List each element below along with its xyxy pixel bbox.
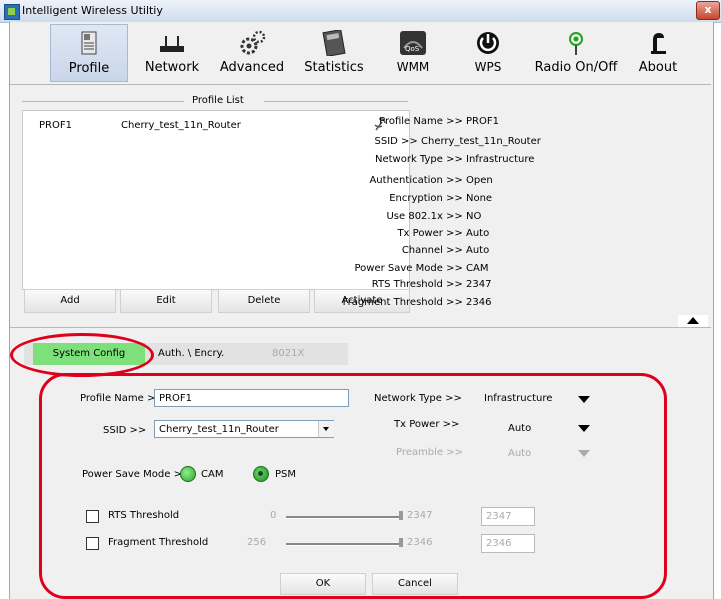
add-button[interactable]: Add	[24, 289, 116, 313]
edit-button[interactable]: Edit	[120, 289, 212, 313]
qos-badge: QoS	[405, 45, 420, 53]
router-icon	[160, 36, 184, 52]
info-value: Open	[466, 175, 493, 186]
info-value: CAM	[466, 263, 489, 274]
toolbar-label: Network	[144, 60, 200, 75]
radio-antenna-icon	[569, 32, 583, 55]
toolbar-label: Statistics	[304, 60, 364, 75]
info-network-type: Network Type >> Infrastructure	[256, 154, 556, 165]
profile-list-divider-right	[264, 101, 408, 102]
profile-list-heading: Profile List	[192, 95, 244, 106]
info-power-save: Power Save Mode >> CAM	[256, 263, 556, 274]
info-label: Power Save Mode >>	[354, 263, 466, 274]
calculator-icon	[322, 30, 346, 56]
title-bar: Intelligent Wireless Utiltiy x	[0, 0, 721, 23]
tab-8021x[interactable]: 8021X	[272, 343, 312, 365]
toolbar-network[interactable]: Network	[137, 24, 207, 80]
toolbar-label: WMM	[396, 60, 430, 74]
info-value: Auto	[466, 228, 490, 239]
info-label: Fragment Threshold >>	[342, 297, 466, 308]
wps-icon	[477, 32, 499, 54]
info-value: Auto	[466, 245, 490, 256]
toolbar-label: Radio On/Off	[534, 60, 618, 75]
toolbar-label: Advanced	[219, 60, 285, 75]
highlight-ellipse-tab	[10, 333, 154, 377]
section-divider	[10, 327, 711, 328]
info-value: None	[466, 193, 493, 204]
collapse-button[interactable]	[678, 315, 708, 327]
profile-icon	[81, 31, 97, 55]
collapse-arrow-icon	[687, 317, 699, 324]
toolbar-label: Profile	[68, 61, 110, 76]
info-value: PROF1	[466, 116, 499, 127]
info-label: RTS Threshold >>	[371, 279, 466, 290]
highlight-rectangle-form	[39, 373, 667, 599]
window-title: Intelligent Wireless Utiltiy	[22, 4, 163, 17]
about-icon	[651, 33, 666, 54]
info-value: Cherry_test_11n_Router	[421, 136, 541, 147]
info-encryption: Encryption >> None	[256, 193, 556, 204]
toolbar-wps[interactable]: WPS	[460, 24, 516, 80]
info-tx-power: Tx Power >> Auto	[256, 228, 556, 239]
info-label: Authentication >>	[369, 175, 466, 186]
info-label: Tx Power >>	[397, 228, 466, 239]
toolbar-about[interactable]: About	[636, 24, 680, 80]
toolbar-profile[interactable]: Profile	[50, 24, 128, 82]
info-profile-name: Profile Name >> PROF1	[256, 116, 556, 127]
info-value: 2346	[466, 297, 492, 308]
info-label: SSID >>	[374, 136, 421, 147]
toolbar-label: About	[638, 60, 678, 75]
profile-row-name[interactable]: PROF1	[39, 120, 72, 131]
tab-auth-encry[interactable]: Auth. \ Encry.	[158, 343, 248, 365]
toolbar-advanced[interactable]: Advanced	[214, 24, 290, 80]
profile-row-ssid[interactable]: Cherry_test_11n_Router	[121, 120, 241, 131]
profile-list-divider-left	[22, 101, 184, 102]
info-label: Use 802.1x >>	[386, 211, 466, 222]
toolbar-divider	[10, 84, 711, 85]
info-use-8021x: Use 802.1x >> NO	[256, 211, 556, 222]
info-rts-threshold: RTS Threshold >> 2347	[256, 279, 556, 290]
info-authentication: Authentication >> Open	[256, 175, 556, 186]
info-label: Encryption >>	[389, 193, 466, 204]
info-value: Infrastructure	[466, 154, 535, 165]
app-icon	[4, 4, 20, 20]
info-label: Channel >>	[401, 245, 466, 256]
info-label: Profile Name >>	[379, 116, 466, 127]
toolbar-wmm[interactable]: QoS WMM	[385, 24, 441, 80]
info-fragment-threshold: Fragment Threshold >> 2346	[256, 297, 556, 308]
info-value: NO	[466, 211, 482, 222]
gears-icon	[240, 30, 266, 55]
toolbar-statistics[interactable]: Statistics	[296, 24, 372, 80]
info-label: Network Type >>	[374, 154, 466, 165]
info-ssid: SSID >> Cherry_test_11n_Router	[256, 136, 556, 147]
close-button[interactable]: x	[696, 1, 720, 20]
info-channel: Channel >> Auto	[256, 245, 556, 256]
info-value: 2347	[466, 279, 492, 290]
toolbar-label: WPS	[474, 60, 502, 74]
toolbar-radio[interactable]: Radio On/Off	[530, 24, 622, 80]
